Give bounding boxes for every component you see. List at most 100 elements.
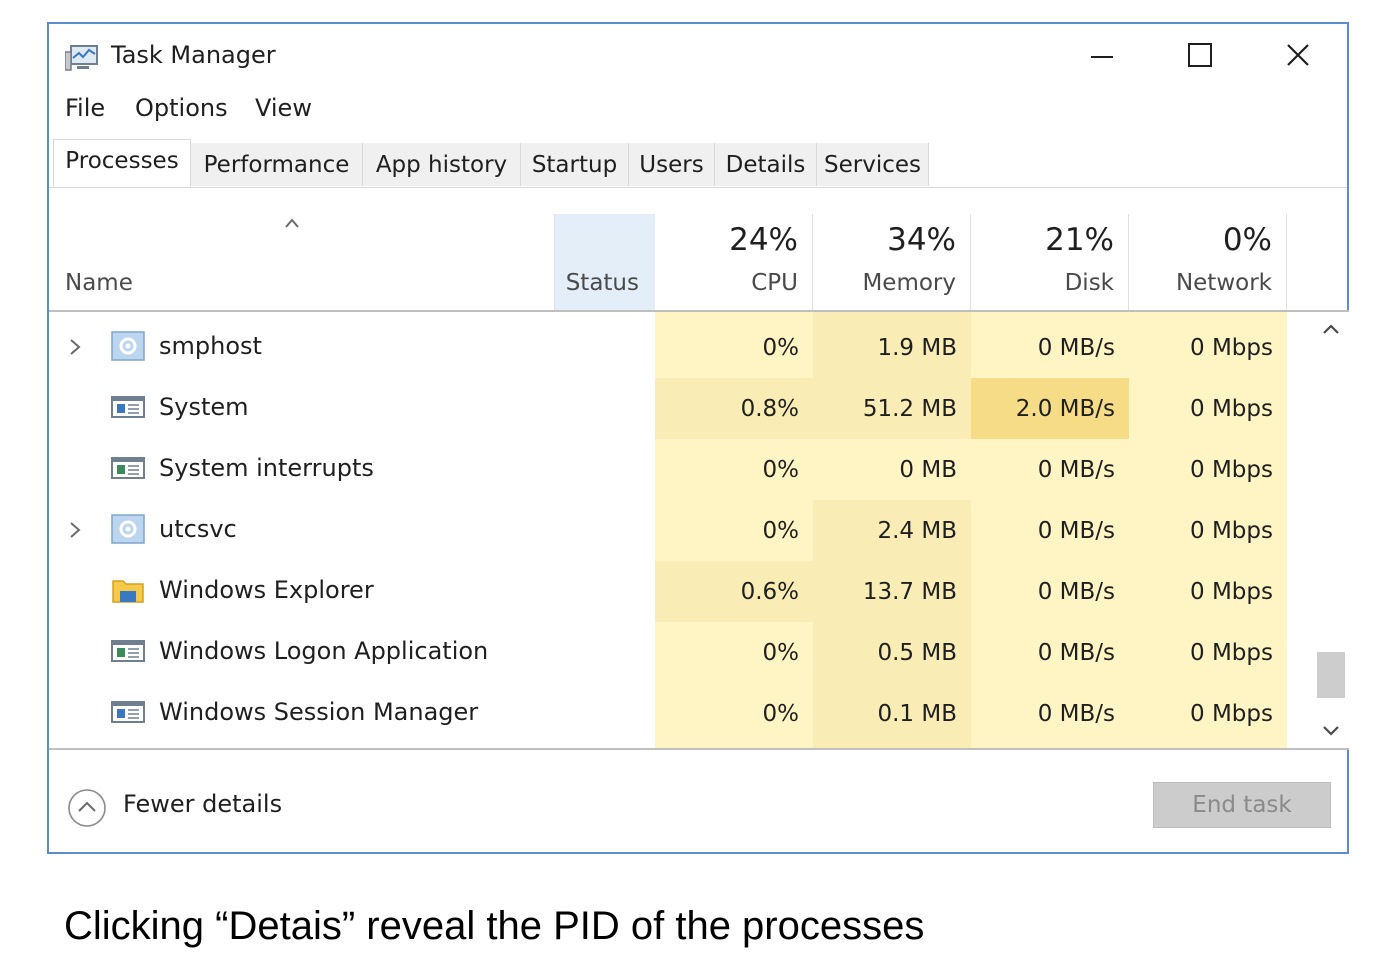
tab-users[interactable]: Users	[629, 143, 715, 186]
process-network: 0 Mbps	[1129, 500, 1287, 561]
column-name[interactable]: Name	[49, 214, 555, 310]
process-name: smphost	[159, 332, 262, 360]
process-name-cell: System	[49, 378, 549, 439]
service-gear-icon	[111, 514, 145, 544]
process-name-cell: Windows Explorer	[49, 561, 549, 622]
tab-app-history[interactable]: App history	[363, 143, 521, 186]
process-row-smphost[interactable]: smphost 0% 1.9 MB 0 MB/s 0 Mbps	[49, 317, 1313, 378]
vertical-scrollbar[interactable]	[1313, 312, 1349, 748]
process-network: 0 Mbps	[1129, 439, 1287, 500]
process-disk: 0 MB/s	[971, 500, 1129, 561]
process-row-windows-explorer[interactable]: Windows Explorer 0.6% 13.7 MB 0 MB/s 0 M…	[49, 561, 1313, 622]
chevron-right-icon[interactable]	[67, 337, 83, 357]
chevron-right-icon[interactable]	[67, 520, 83, 540]
minimize-icon	[1091, 56, 1113, 58]
column-cpu-label: CPU	[751, 270, 798, 296]
column-network[interactable]: 0% Network	[1129, 214, 1287, 310]
system-window-icon	[111, 701, 145, 723]
process-disk: 0 MB/s	[971, 561, 1129, 622]
task-manager-window: Task Manager File Options View Processes…	[47, 22, 1349, 854]
process-name-cell: Windows Session Manager	[49, 683, 549, 744]
process-cpu: 0.8%	[655, 378, 813, 439]
process-row-windows-session-manager[interactable]: Windows Session Manager 0% 0.1 MB 0 MB/s…	[49, 683, 1313, 744]
column-memory[interactable]: 34% Memory	[813, 214, 971, 310]
footer-bar: Fewer details End task	[49, 748, 1349, 856]
caption-text: Clicking “Detais” reveal the PID of the …	[64, 904, 925, 948]
process-name: Windows Session Manager	[159, 698, 479, 726]
process-name-cell: Windows Logon Application	[49, 622, 549, 683]
column-network-label: Network	[1175, 270, 1272, 296]
network-column-fill	[1129, 312, 1287, 317]
process-cpu: 0%	[655, 439, 813, 500]
process-memory: 0.1 MB	[813, 683, 971, 744]
process-name: utcsvc	[159, 515, 237, 543]
tab-processes[interactable]: Processes	[53, 139, 191, 187]
process-name: System interrupts	[159, 454, 374, 482]
tab-services[interactable]: Services	[817, 143, 929, 186]
cpu-total-percent: 24%	[729, 222, 798, 258]
process-memory: 0.5 MB	[813, 622, 971, 683]
end-task-button[interactable]: End task	[1153, 782, 1331, 828]
folder-icon	[112, 580, 144, 603]
column-status-label: Status	[565, 270, 639, 296]
process-disk: 0 MB/s	[971, 317, 1129, 378]
process-name-cell: smphost	[49, 317, 549, 378]
network-total-percent: 0%	[1222, 222, 1272, 258]
process-name-cell: utcsvc	[49, 500, 549, 561]
cpu-column-fill	[655, 312, 813, 317]
column-name-label: Name	[65, 270, 133, 296]
process-row-system[interactable]: System 0.8% 51.2 MB 2.0 MB/s 0 Mbps	[49, 378, 1313, 439]
scrollbar-thumb[interactable]	[1317, 652, 1345, 698]
close-button[interactable]	[1255, 30, 1341, 80]
process-name: Windows Explorer	[159, 576, 374, 604]
process-cpu: 0%	[655, 317, 813, 378]
scroll-up-icon[interactable]	[1321, 322, 1341, 336]
tab-bar: Processes Performance App history Startu…	[49, 139, 1347, 188]
menu-view[interactable]: View	[255, 94, 312, 122]
process-memory: 1.9 MB	[813, 317, 971, 378]
column-cpu[interactable]: 24% CPU	[655, 214, 813, 310]
process-memory: 0 MB	[813, 439, 971, 500]
process-row-utcsvc[interactable]: utcsvc 0% 2.4 MB 0 MB/s 0 Mbps	[49, 500, 1313, 561]
memory-total-percent: 34%	[887, 222, 956, 258]
process-row-system-interrupts[interactable]: System interrupts 0% 0 MB 0 MB/s 0 Mbps	[49, 439, 1313, 500]
fewer-details-link[interactable]: Fewer details	[123, 790, 282, 818]
scroll-down-icon[interactable]	[1321, 724, 1341, 738]
minimize-button[interactable]	[1059, 30, 1145, 80]
disk-column-fill	[971, 312, 1129, 317]
system-window-icon	[111, 640, 145, 662]
process-cpu: 0%	[655, 622, 813, 683]
close-icon	[1287, 44, 1309, 66]
window-title: Task Manager	[111, 41, 276, 69]
process-disk: 0 MB/s	[971, 622, 1129, 683]
process-disk: 2.0 MB/s	[971, 378, 1129, 439]
maximize-icon	[1188, 43, 1212, 67]
menu-file[interactable]: File	[65, 94, 105, 122]
process-network: 0 Mbps	[1129, 561, 1287, 622]
chevron-up-circle-icon[interactable]	[67, 788, 107, 828]
tab-startup[interactable]: Startup	[521, 143, 629, 186]
menu-options[interactable]: Options	[135, 94, 228, 122]
process-row-windows-logon[interactable]: Windows Logon Application 0% 0.5 MB 0 MB…	[49, 622, 1313, 683]
task-manager-icon	[65, 45, 98, 71]
title-bar[interactable]: Task Manager	[49, 24, 1347, 86]
system-window-icon	[111, 457, 145, 479]
menu-bar: File Options View	[49, 94, 1347, 130]
disk-total-percent: 21%	[1045, 222, 1114, 258]
tab-performance[interactable]: Performance	[191, 143, 363, 186]
process-cpu: 0.6%	[655, 561, 813, 622]
process-name-cell: System interrupts	[49, 439, 549, 500]
process-network: 0 Mbps	[1129, 317, 1287, 378]
tab-details[interactable]: Details	[715, 143, 817, 186]
process-name: Windows Logon Application	[159, 637, 489, 665]
maximize-button[interactable]	[1157, 30, 1243, 80]
column-disk[interactable]: 21% Disk	[971, 214, 1129, 310]
process-list: smphost 0% 1.9 MB 0 MB/s 0 Mbps System 0…	[49, 312, 1313, 748]
column-memory-label: Memory	[862, 270, 956, 296]
system-window-icon	[111, 396, 145, 418]
column-status[interactable]: Status	[555, 214, 655, 310]
process-memory: 2.4 MB	[813, 500, 971, 561]
process-name: System	[159, 393, 249, 421]
process-cpu: 0%	[655, 683, 813, 744]
memory-column-fill	[813, 312, 971, 317]
